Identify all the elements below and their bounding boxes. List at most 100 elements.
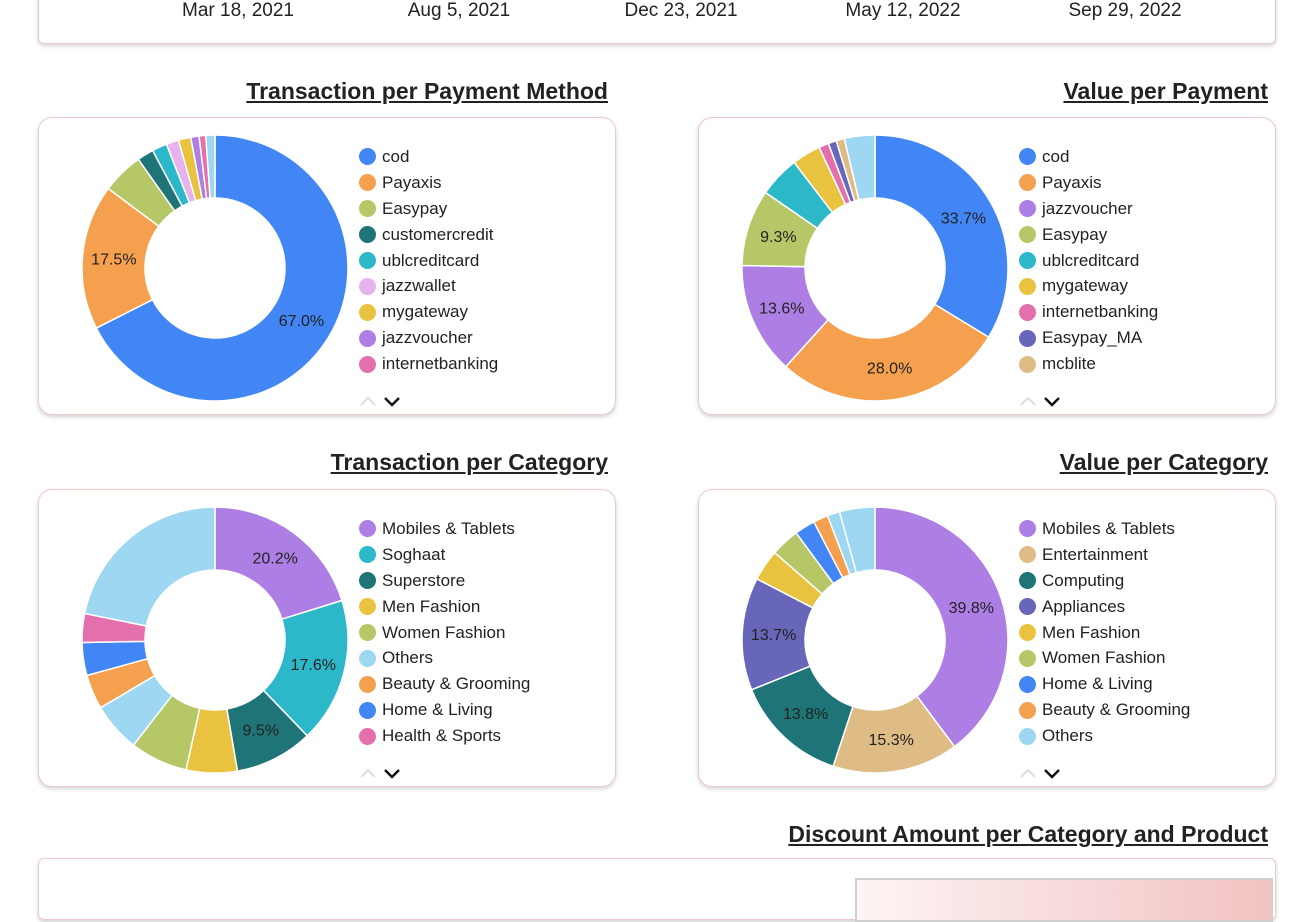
legend-item[interactable]: cod [359, 144, 498, 170]
donut-chart: 39.8% 15.3% 13.8% 13.7% [741, 506, 1009, 774]
timeline-date-label: Dec 23, 2021 [624, 0, 738, 21]
discount-color-scale [855, 878, 1273, 922]
slice-label: 15.3% [869, 732, 914, 749]
legend-item[interactable]: Payaxis [359, 170, 498, 196]
chart-card: 67.0% 17.5% cod Payaxis Easypay customercredi… [38, 117, 616, 415]
discount-card [38, 858, 1276, 922]
legend-label: Home & Living [382, 700, 493, 720]
chevron-up-icon[interactable] [1020, 396, 1036, 406]
legend-label: Soghaat [382, 544, 446, 564]
legend-label: Computing [1042, 570, 1125, 590]
legend-item[interactable]: internetbanking [359, 351, 498, 377]
legend-item[interactable]: cod [1019, 144, 1158, 170]
legend-item[interactable]: Health & Sports [359, 723, 530, 749]
legend-item[interactable]: Mobiles & Tablets [1019, 516, 1190, 542]
legend-item[interactable]: Women Fashion [1019, 645, 1190, 671]
legend-item[interactable]: Easypay_MA [1019, 325, 1158, 351]
legend-label: cod [382, 146, 410, 166]
legend-item[interactable]: mygateway [1019, 273, 1158, 299]
donut-chart: 67.0% 17.5% [81, 134, 349, 402]
legend-label: Home & Living [1042, 674, 1153, 694]
legend-label: Entertainment [1042, 544, 1148, 564]
chevron-up-icon[interactable] [360, 396, 376, 406]
legend-swatch [1019, 572, 1036, 590]
legend-item[interactable]: jazzvoucher [359, 325, 498, 351]
legend-swatch [1019, 329, 1036, 347]
legend-swatch [359, 520, 376, 538]
legend-item[interactable]: Beauty & Grooming [359, 671, 530, 697]
legend-item[interactable]: Home & Living [1019, 671, 1190, 697]
slice-label: 20.2% [252, 550, 297, 567]
legend-item[interactable]: Mobiles & Tablets [359, 516, 530, 542]
legend-swatch [359, 252, 376, 269]
slice-label: 17.5% [91, 251, 136, 268]
legend-swatch [1019, 520, 1036, 538]
legend-swatch [359, 303, 376, 321]
legend-pager [1020, 396, 1060, 407]
slice-label: 13.8% [783, 706, 828, 723]
legend-label: Others [382, 648, 434, 668]
legend-item[interactable]: Home & Living [359, 697, 530, 723]
txn-per-method-title: Transaction per Payment Method [246, 78, 608, 104]
legend-swatch [1019, 649, 1036, 667]
pie-slice[interactable] [83, 506, 216, 627]
legend-swatch [1019, 277, 1036, 295]
legend-pager [360, 768, 400, 779]
chevron-up-icon[interactable] [1020, 768, 1036, 778]
legend-item[interactable]: Men Fashion [359, 594, 530, 620]
chevron-down-icon[interactable] [1044, 397, 1060, 407]
legend-item[interactable]: Women Fashion [359, 620, 530, 646]
legend-item[interactable]: mygateway [359, 299, 498, 325]
legend-item[interactable]: ublcreditcard [1019, 248, 1158, 274]
legend-item[interactable]: Payaxis [1019, 170, 1158, 196]
legend-swatch [1019, 624, 1036, 641]
legend-swatch [359, 546, 376, 564]
chevron-up-icon[interactable] [360, 768, 376, 778]
legend-item[interactable]: ublcreditcard [359, 248, 498, 274]
chevron-down-icon[interactable] [384, 397, 400, 407]
legend-swatch [359, 277, 376, 295]
legend-item[interactable]: Others [359, 645, 530, 671]
legend-swatch [1019, 252, 1036, 269]
legend-swatch [1019, 148, 1036, 166]
legend-item[interactable]: customercredit [359, 222, 498, 248]
legend-item[interactable]: Superstore [359, 568, 530, 594]
pie-slice[interactable] [874, 134, 1009, 339]
legend-item[interactable]: Entertainment [1019, 542, 1190, 568]
chart-card: 39.8% 15.3% 13.8% 13.7% Mobiles & Tablets Ent… [698, 489, 1276, 787]
legend-item[interactable]: Men Fashion [1019, 620, 1190, 646]
legend-item[interactable]: mcblite [1019, 351, 1158, 377]
legend-swatch [1019, 598, 1036, 616]
legend-pager [1020, 768, 1060, 779]
chart-legend: cod Payaxis Easypay customercredit ublcredit… [359, 144, 498, 377]
legend-label: Beauty & Grooming [382, 674, 531, 694]
legend-label: Easypay_MA [1042, 328, 1143, 348]
legend-item[interactable]: Others [1019, 723, 1190, 749]
legend-item[interactable]: jazzwallet [359, 273, 498, 299]
legend-item[interactable]: Appliances [1019, 594, 1190, 620]
legend-item[interactable]: internetbanking [1019, 299, 1158, 325]
donut-chart: 33.7% 28.0% 13.6% 9.3% [741, 134, 1009, 402]
legend-label: jazzvoucher [1042, 198, 1133, 218]
legend-item[interactable]: Easypay [1019, 222, 1158, 248]
legend-label: Men Fashion [382, 596, 481, 616]
timeline-card: Mar 18, 2021 Aug 5, 2021 Dec 23, 2021 Ma… [38, 0, 1276, 44]
legend-label: jazzvoucher [382, 328, 473, 348]
legend-label: Appliances [1042, 596, 1126, 616]
legend-item[interactable]: Soghaat [359, 542, 530, 568]
legend-item[interactable]: jazzvoucher [1019, 196, 1158, 222]
legend-label: internetbanking [1042, 302, 1159, 322]
legend-label: Beauty & Grooming [1042, 700, 1191, 720]
chevron-down-icon[interactable] [1044, 769, 1060, 779]
chevron-down-icon[interactable] [384, 769, 400, 779]
discount-per-category-title: Discount Amount per Category and Product [788, 821, 1268, 847]
chart-card: 33.7% 28.0% 13.6% 9.3% cod Payaxis jazzvoucher… [698, 117, 1276, 415]
value-per-payment-title: Value per Payment [1063, 78, 1268, 104]
legend-item[interactable]: Easypay [359, 196, 498, 222]
legend-label: Easypay [382, 198, 448, 218]
legend-item[interactable]: Computing [1019, 568, 1190, 594]
legend-swatch [359, 200, 376, 218]
legend-swatch [359, 226, 376, 244]
legend-item[interactable]: Beauty & Grooming [1019, 697, 1190, 723]
legend-label: mcblite [1042, 354, 1096, 374]
